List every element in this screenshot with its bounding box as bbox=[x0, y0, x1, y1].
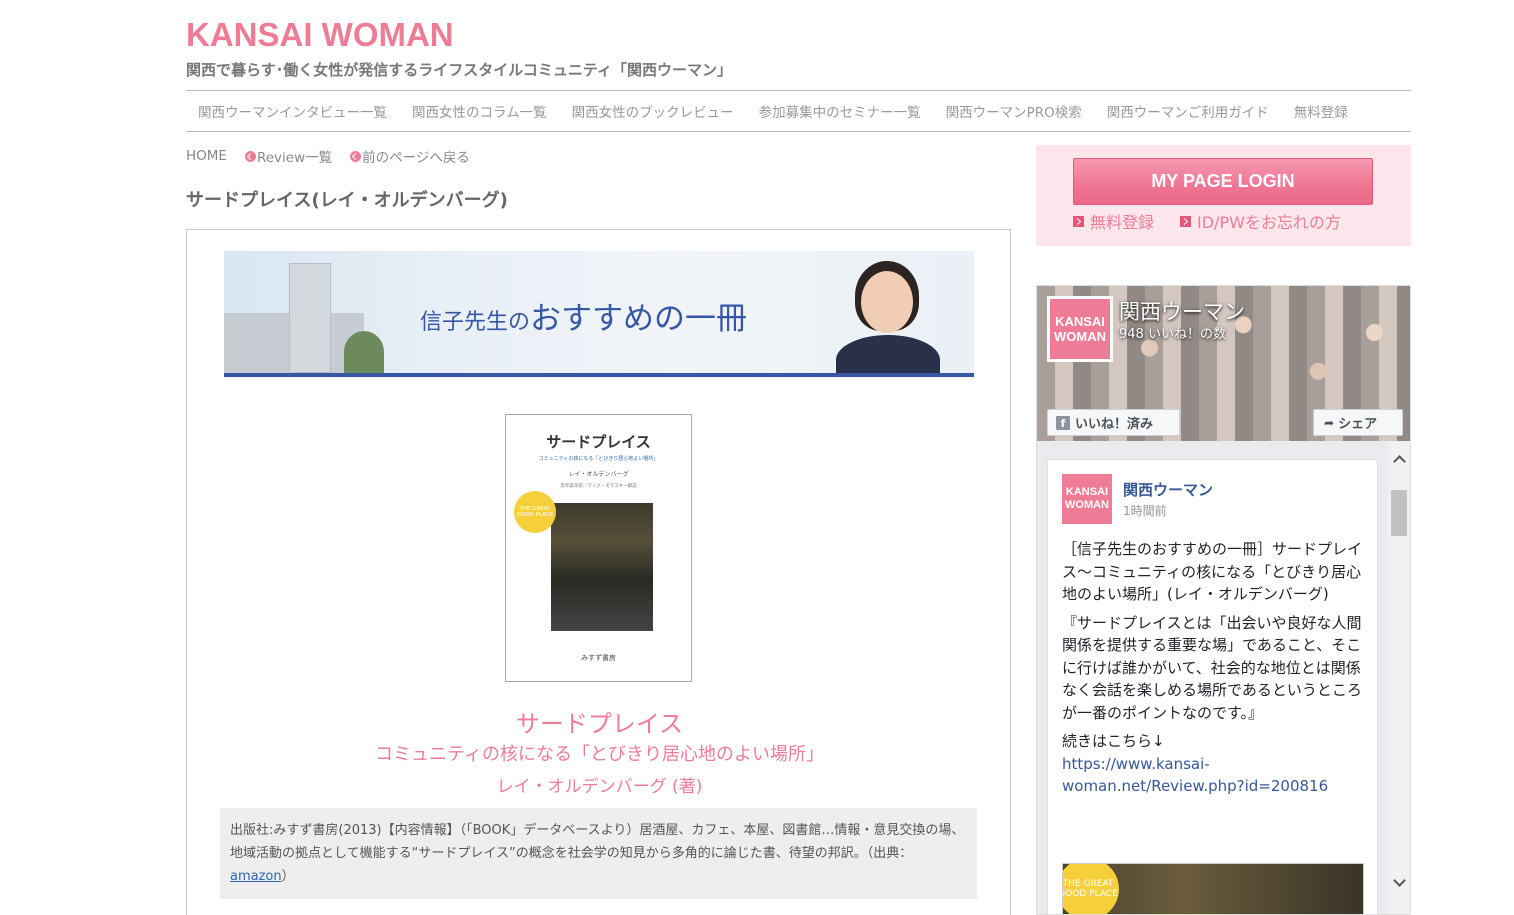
facebook-icon: f bbox=[1056, 415, 1070, 430]
page-title: サードプレイス(レイ・オルデンバーグ) bbox=[186, 190, 508, 211]
cover-translator: 忠平美幸訳／マイク・モラスキー解説 bbox=[560, 484, 637, 489]
nav-item-seminars[interactable]: 参加募集中のセミナー一覧 bbox=[759, 101, 921, 121]
banner-text-big: おすすめの一冊 bbox=[530, 301, 748, 337]
site-logo[interactable]: KANSAI WOMAN bbox=[186, 16, 454, 54]
book-info: 出版社:みすず書房(2013)【内容情報】（「BOOK」データベースより）居酒屋… bbox=[220, 808, 977, 899]
nav-item-book-reviews[interactable]: 関西女性のブックレビュー bbox=[572, 101, 734, 121]
banner-text: 信子先生のおすすめの一冊 bbox=[420, 293, 747, 338]
breadcrumb: HOME Review一覧 前のページへ戻る bbox=[186, 146, 470, 166]
book-author: レイ・オルデンバーグ (著) bbox=[496, 777, 703, 797]
login-box: MY PAGE LOGIN 無料登録 ID/PWをお忘れの方 bbox=[1036, 145, 1411, 246]
facebook-feed: KANSAI WOMAN 関西ウーマン 1時間前 ［信子先生のおすすめの一冊］サ… bbox=[1037, 441, 1410, 914]
post-body: ［信子先生のおすすめの一冊］サードプレイス～コミュニティの核になる「とびきり居心… bbox=[1062, 538, 1367, 798]
facebook-cover-photo: KANSAI WOMAN 関西ウーマン 948 いいね！の数 f いいね！済み … bbox=[1037, 286, 1410, 441]
book-info-text: 出版社:みすず書房(2013)【内容情報】（「BOOK」データベースより）居酒屋… bbox=[230, 823, 965, 861]
nav-item-register[interactable]: 無料登録 bbox=[1294, 101, 1348, 121]
post-paragraph: ［信子先生のおすすめの一冊］サードプレイス～コミュニティの核になる「とびきり居心… bbox=[1062, 540, 1363, 603]
post-link[interactable]: https://www.kansai-woman.net/Review.php?… bbox=[1062, 755, 1328, 796]
post-avatar[interactable]: KANSAI WOMAN bbox=[1062, 474, 1112, 524]
breadcrumb-back-link[interactable]: 前のページへ戻る bbox=[362, 146, 470, 166]
nav-item-columns[interactable]: 関西女性のコラム一覧 bbox=[412, 101, 547, 121]
banner-text-small: 信子先生の bbox=[420, 310, 531, 335]
chevron-down-icon bbox=[1392, 874, 1406, 887]
forgot-password-link[interactable]: ID/PWをお忘れの方 bbox=[1180, 209, 1341, 233]
building-illustration bbox=[224, 251, 384, 373]
main-nav: 関西ウーマンインタビュー一覧 関西女性のコラム一覧 関西女性のブックレビュー 参… bbox=[186, 90, 1411, 132]
chevron-left-icon bbox=[244, 150, 256, 162]
post-author[interactable]: 関西ウーマン bbox=[1123, 479, 1213, 500]
chevron-up-icon bbox=[1392, 455, 1406, 468]
scrollbar-thumb[interactable] bbox=[1391, 490, 1407, 536]
cover-author: レイ・オルデンバーグ bbox=[568, 471, 629, 478]
cover-subtitle: コミュニティの核になる「とびきり居心地よい場所」 bbox=[538, 456, 659, 462]
book-title: サードプレイス bbox=[515, 710, 684, 738]
breadcrumb-home-link[interactable]: HOME bbox=[186, 148, 227, 164]
share-arrow-icon: ➦ bbox=[1324, 415, 1335, 430]
arrow-right-icon bbox=[1073, 215, 1084, 227]
nav-item-interviews[interactable]: 関西ウーマンインタビュー一覧 bbox=[198, 101, 387, 121]
forgot-password-label: ID/PWをお忘れの方 bbox=[1197, 213, 1341, 232]
facebook-page-widget: KANSAI WOMAN 関西ウーマン 948 いいね！の数 f いいね！済み … bbox=[1036, 285, 1411, 915]
author-portrait bbox=[828, 259, 946, 373]
post-image[interactable]: THE GREAT GOOD PLACE bbox=[1062, 863, 1364, 914]
book-cover-image: サードプレイス コミュニティの核になる「とびきり居心地よい場所」 レイ・オルデン… bbox=[505, 414, 692, 682]
facebook-page-name[interactable]: 関西ウーマン bbox=[1119, 296, 1245, 326]
cover-title: サードプレイス bbox=[546, 433, 651, 451]
register-link-label: 無料登録 bbox=[1090, 213, 1155, 232]
facebook-page-logo[interactable]: KANSAI WOMAN bbox=[1047, 296, 1113, 362]
post-paragraph: 『サードプレイスとは「出会いや良好な人間関係を提供する重要な場」であること、そこ… bbox=[1062, 613, 1362, 722]
scroll-down-button[interactable] bbox=[1388, 873, 1410, 893]
register-link[interactable]: 無料登録 bbox=[1073, 209, 1154, 233]
post-image-badge: THE GREAT GOOD PLACE bbox=[1063, 864, 1119, 914]
recommend-banner: 信子先生のおすすめの一冊 bbox=[224, 251, 974, 377]
cover-badge: THE GREAT GOOD PLACE bbox=[514, 491, 556, 533]
post-paragraph: 続きはこちら↓ bbox=[1062, 732, 1165, 750]
facebook-like-count: 948 いいね！の数 bbox=[1119, 327, 1226, 342]
site-tagline: 関西で暮らす･働く女性が発信するライフスタイルコミュニティ「関西ウーマン」 bbox=[186, 61, 733, 79]
post-timestamp[interactable]: 1時間前 bbox=[1123, 502, 1167, 519]
book-info-end: ） bbox=[281, 869, 295, 884]
nav-item-guide[interactable]: 関西ウーマンご利用ガイド bbox=[1107, 101, 1269, 121]
login-links: 無料登録 ID/PWをお忘れの方 bbox=[1073, 209, 1367, 233]
cover-photo bbox=[551, 503, 653, 631]
facebook-post: KANSAI WOMAN 関西ウーマン 1時間前 ［信子先生のおすすめの一冊］サ… bbox=[1047, 459, 1378, 914]
facebook-share-label: シェア bbox=[1338, 417, 1378, 432]
review-content: 信子先生のおすすめの一冊 サードプレイス コミュニティの核になる「とびきり居心地… bbox=[186, 229, 1011, 915]
my-page-login-button[interactable]: MY PAGE LOGIN bbox=[1073, 158, 1373, 205]
facebook-like-label: いいね！済み bbox=[1075, 417, 1154, 432]
breadcrumb-review-link[interactable]: Review一覧 bbox=[257, 146, 332, 166]
nav-item-pro-search[interactable]: 関西ウーマンPRO検索 bbox=[946, 101, 1082, 121]
arrow-right-icon bbox=[1180, 215, 1192, 227]
chevron-left-icon bbox=[350, 150, 362, 162]
cover-publisher: みすず書房 bbox=[581, 654, 616, 662]
scroll-up-button[interactable] bbox=[1388, 449, 1410, 469]
facebook-like-button[interactable]: f いいね！済み bbox=[1047, 409, 1180, 436]
amazon-link[interactable]: amazon bbox=[230, 869, 282, 884]
feed-scrollbar[interactable] bbox=[1388, 441, 1410, 914]
facebook-share-button[interactable]: ➦ シェア bbox=[1313, 409, 1403, 436]
book-subtitle: コミュニティの核になる「とびきり居心地のよい場所」 bbox=[375, 744, 824, 765]
